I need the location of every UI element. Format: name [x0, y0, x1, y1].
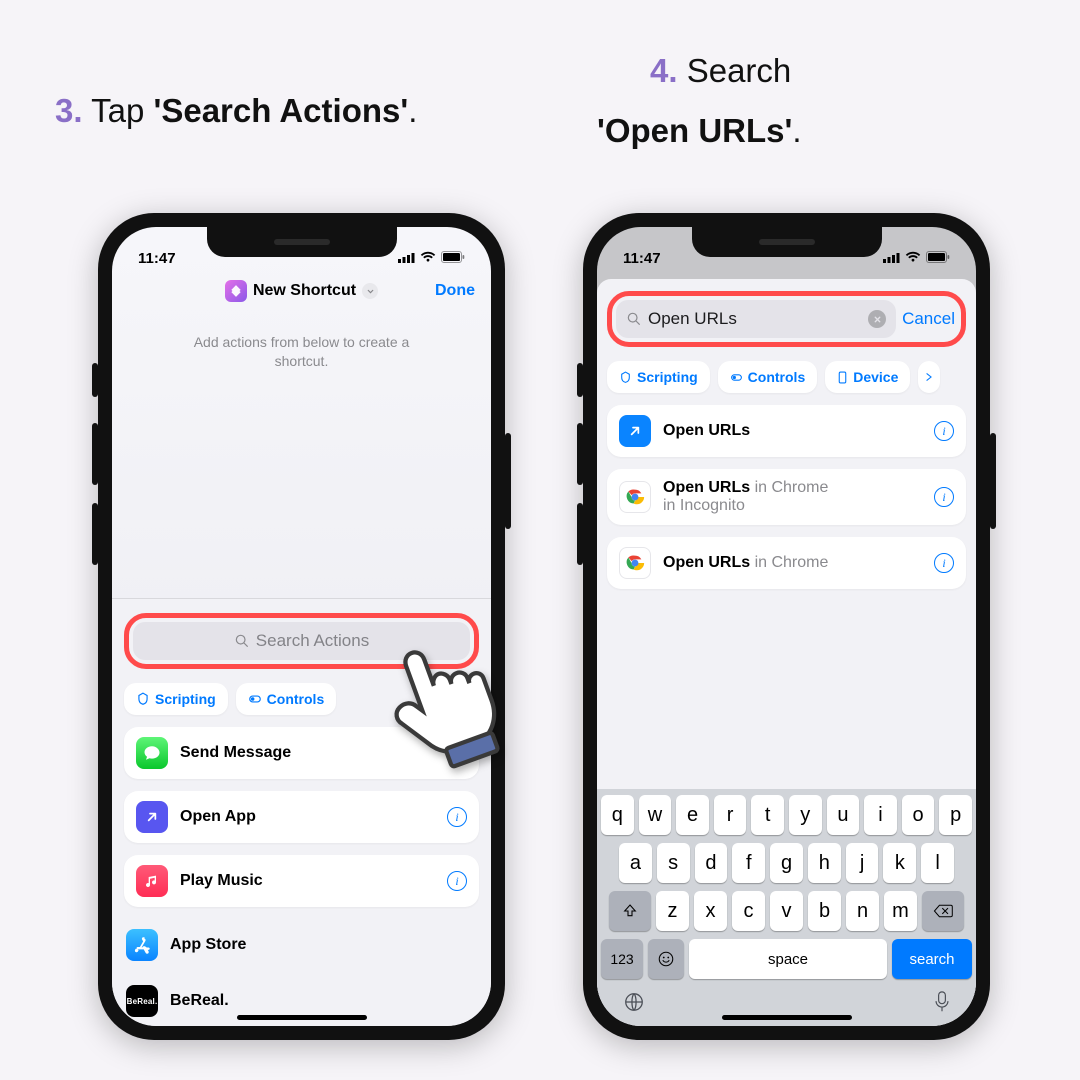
key-z[interactable]: z	[656, 891, 689, 931]
nav-bar: New Shortcut Done	[112, 269, 491, 313]
cancel-button[interactable]: Cancel	[902, 309, 957, 329]
key-p[interactable]: p	[939, 795, 972, 835]
key-d[interactable]: d	[695, 843, 728, 883]
bereal-icon: BeReal.	[126, 985, 158, 1017]
key-v[interactable]: v	[770, 891, 803, 931]
notch	[692, 227, 882, 257]
key-c[interactable]: c	[732, 891, 765, 931]
key-r[interactable]: r	[714, 795, 747, 835]
info-icon[interactable]: i	[934, 487, 954, 507]
section-app-store[interactable]: App Store	[124, 919, 479, 971]
key-t[interactable]: t	[751, 795, 784, 835]
mic-icon[interactable]	[934, 991, 950, 1018]
safari-open-icon	[619, 415, 651, 447]
wifi-icon	[420, 250, 436, 267]
search-sheet: Open URLs Cancel Scripting Controls	[597, 279, 976, 1026]
search-input[interactable]: Open URLs	[616, 300, 896, 338]
highlight-search-field: Open URLs Cancel	[607, 291, 966, 347]
info-icon[interactable]: i	[934, 553, 954, 573]
keyboard: q w e r t y u i o p a s d f g h	[597, 789, 976, 1026]
globe-icon[interactable]	[623, 991, 645, 1018]
messages-icon	[136, 737, 168, 769]
chip-scripting[interactable]: Scripting	[124, 683, 228, 715]
key-m[interactable]: m	[884, 891, 917, 931]
chip-controls[interactable]: Controls	[236, 683, 337, 715]
key-a[interactable]: a	[619, 843, 652, 883]
notch	[207, 227, 397, 257]
key-g[interactable]: g	[770, 843, 803, 883]
phone-right: 11:47 Open URLs Cancel	[583, 213, 990, 1040]
highlight-search-actions: Search Actions	[124, 613, 479, 669]
key-k[interactable]: k	[883, 843, 916, 883]
key-x[interactable]: x	[694, 891, 727, 931]
empty-state-text: Add actions from below to create a short…	[112, 313, 491, 371]
key-j[interactable]: j	[846, 843, 879, 883]
key-f[interactable]: f	[732, 843, 765, 883]
caption-step-4-line2: 'Open URLs'.	[597, 112, 802, 150]
search-icon	[626, 311, 642, 327]
info-icon[interactable]: i	[447, 807, 467, 827]
page-title: New Shortcut	[253, 282, 356, 300]
shortcuts-icon	[225, 280, 247, 302]
home-indicator	[722, 1015, 852, 1020]
phone-left: 11:47 New Shortcut Done Add actions from…	[98, 213, 505, 1040]
key-e[interactable]: e	[676, 795, 709, 835]
key-b[interactable]: b	[808, 891, 841, 931]
action-send-message[interactable]: Send Message	[124, 727, 479, 779]
key-emoji[interactable]	[648, 939, 684, 979]
music-icon	[136, 865, 168, 897]
chrome-icon	[619, 481, 651, 513]
cellular-icon	[398, 250, 415, 267]
key-shift[interactable]	[609, 891, 651, 931]
chip-more[interactable]	[918, 361, 940, 393]
battery-icon	[441, 250, 465, 267]
key-s[interactable]: s	[657, 843, 690, 883]
app-store-icon	[126, 929, 158, 961]
key-w[interactable]: w	[639, 795, 672, 835]
key-space[interactable]: space	[689, 939, 887, 979]
chip-scripting[interactable]: Scripting	[607, 361, 710, 393]
result-open-urls-chrome-incognito[interactable]: Open URLs in Chromein Incognito i	[607, 469, 966, 525]
clear-icon[interactable]	[868, 310, 886, 328]
chip-device[interactable]: Device	[825, 361, 910, 393]
key-y[interactable]: y	[789, 795, 822, 835]
caption-step-3: 3. Tap 'Search Actions'.	[55, 92, 417, 130]
title-chevron-icon[interactable]	[362, 283, 378, 299]
key-o[interactable]: o	[902, 795, 935, 835]
key-backspace[interactable]	[922, 891, 964, 931]
key-q[interactable]: q	[601, 795, 634, 835]
result-open-urls[interactable]: Open URLs i	[607, 405, 966, 457]
status-time: 11:47	[138, 250, 176, 267]
key-l[interactable]: l	[921, 843, 954, 883]
action-play-music[interactable]: Play Music i	[124, 855, 479, 907]
chrome-icon	[619, 547, 651, 579]
home-indicator	[237, 1015, 367, 1020]
key-i[interactable]: i	[864, 795, 897, 835]
action-open-app[interactable]: Open App i	[124, 791, 479, 843]
result-open-urls-chrome[interactable]: Open URLs in Chrome i	[607, 537, 966, 589]
done-button[interactable]: Done	[435, 282, 475, 300]
key-123[interactable]: 123	[601, 939, 643, 979]
info-icon[interactable]: i	[934, 421, 954, 441]
info-icon[interactable]: i	[447, 871, 467, 891]
key-h[interactable]: h	[808, 843, 841, 883]
key-u[interactable]: u	[827, 795, 860, 835]
chip-controls[interactable]: Controls	[718, 361, 818, 393]
open-app-icon	[136, 801, 168, 833]
caption-step-4-line1: 4. Search	[650, 52, 791, 90]
key-search[interactable]: search	[892, 939, 972, 979]
key-n[interactable]: n	[846, 891, 879, 931]
search-actions-field[interactable]: Search Actions	[133, 622, 470, 660]
actions-sheet: Search Actions Scripting Controls Send M…	[112, 598, 491, 1026]
